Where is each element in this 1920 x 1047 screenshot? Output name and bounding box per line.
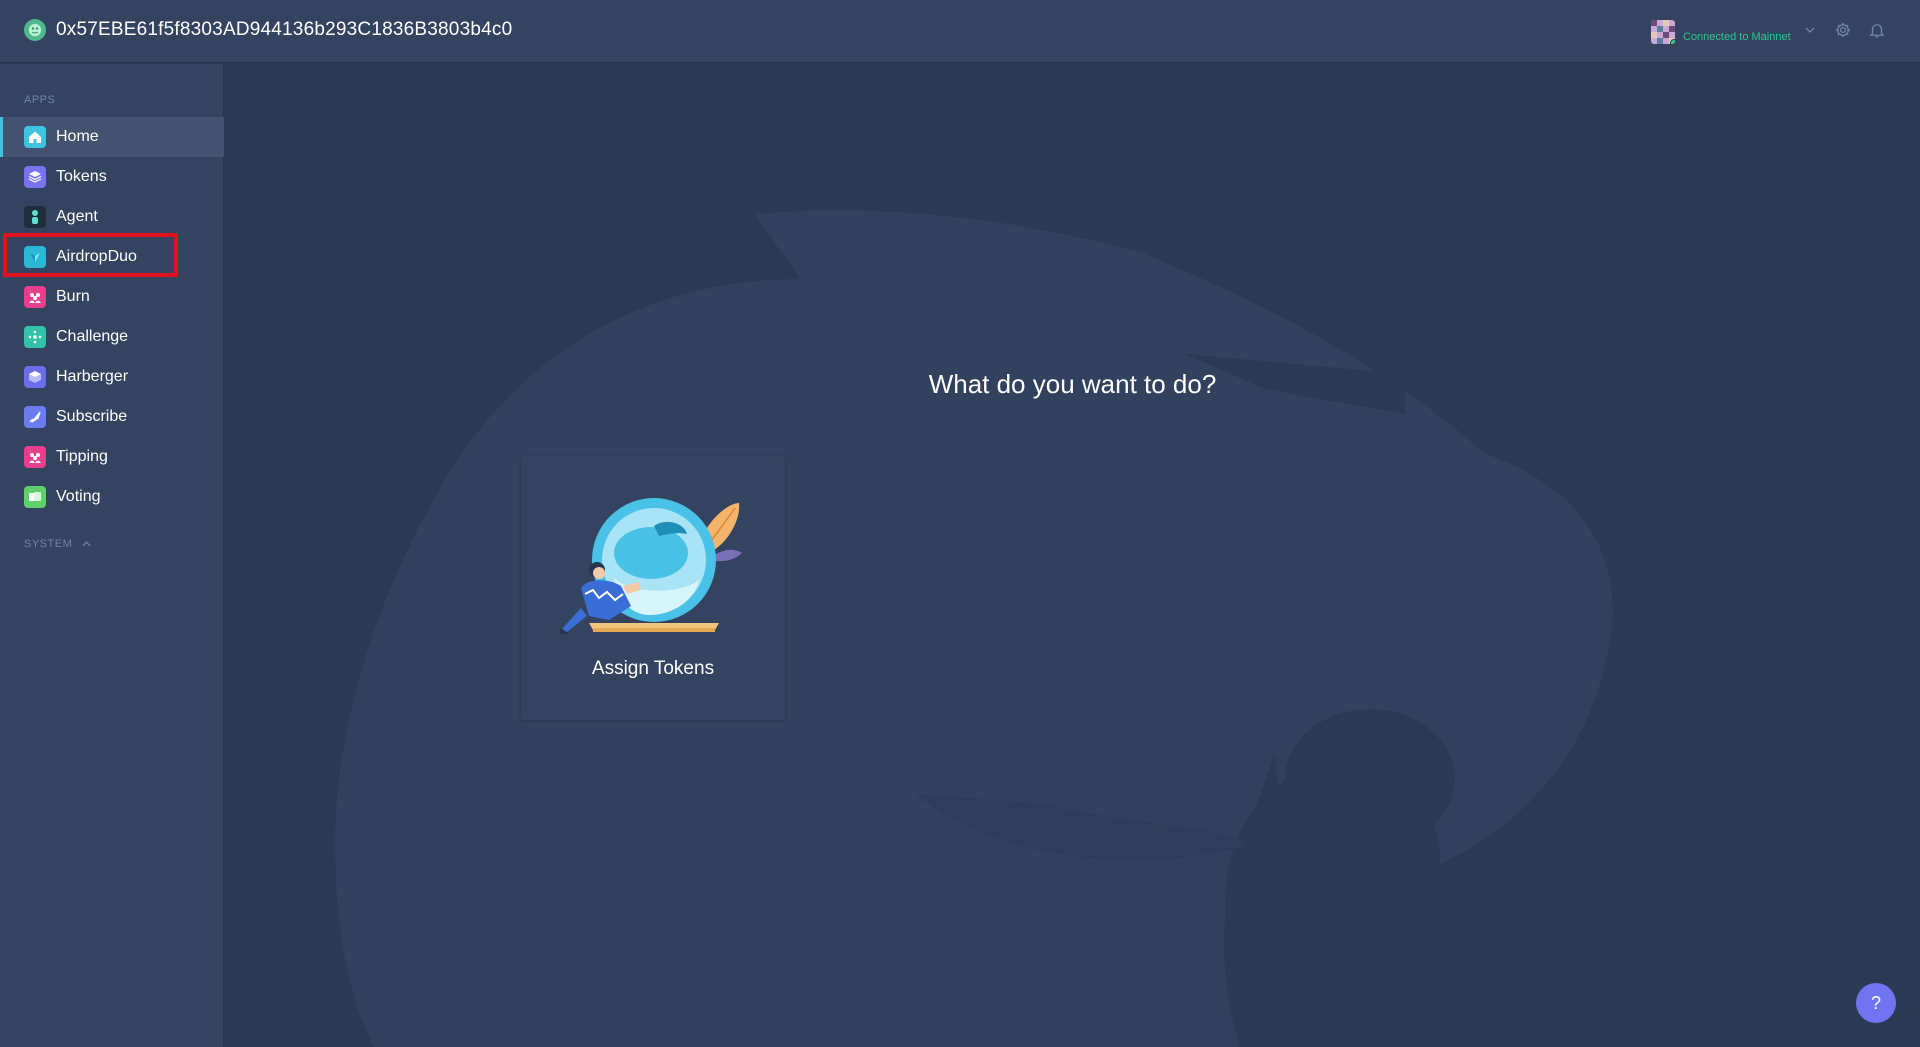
sidebar-item-challenge[interactable]: Challenge [0, 317, 224, 357]
connection-status-dot [1670, 39, 1675, 44]
page-title: What do you want to do? [928, 369, 1217, 399]
apps-section-label: APPS [24, 94, 56, 106]
sidebar: APPS Home Tokens Agent AirdropDuo Burn C… [0, 64, 224, 1047]
assign-tokens-label: Assign Tokens [591, 658, 715, 679]
harberger-icon [24, 366, 46, 388]
sidebar-item-label: Burn [56, 288, 90, 305]
bell-icon[interactable] [1868, 21, 1888, 41]
account-selector[interactable]: Connected to Mainnet [1651, 18, 1815, 46]
sidebar-item-tokens[interactable]: Tokens [0, 157, 224, 197]
sidebar-item-label: Subscribe [56, 408, 128, 425]
sidebar-item-voting[interactable]: Voting [0, 477, 224, 517]
help-label: ? [1870, 992, 1881, 1013]
sidebar-item-burn[interactable]: Burn [0, 277, 224, 317]
organization-icon[interactable] [24, 19, 46, 41]
background-logo [335, 210, 1613, 1047]
assign-tokens-illustration [559, 498, 742, 634]
system-section-toggle[interactable]: SYSTEM [24, 538, 91, 550]
help-button[interactable]: ? [1856, 983, 1896, 1023]
burn-icon [24, 286, 46, 308]
top-bar: 0x57EBE61f5f8303AD944136b293C1836B3803b4… [0, 0, 1920, 63]
sidebar-item-label: Challenge [56, 328, 129, 345]
sidebar-item-agent[interactable]: Agent [0, 197, 224, 237]
assign-tokens-card[interactable]: Assign Tokens [521, 456, 785, 720]
gear-icon[interactable] [1834, 21, 1854, 41]
sidebar-item-label: Home [56, 128, 99, 145]
system-section-label: SYSTEM [24, 538, 73, 550]
account-identicon [1651, 20, 1675, 44]
sidebar-item-airdropduo[interactable]: AirdropDuo [0, 237, 224, 277]
tipping-icon [24, 446, 46, 468]
agent-icon [24, 206, 46, 228]
home-icon [24, 126, 46, 148]
chevron-up-icon [82, 538, 91, 550]
sidebar-item-tipping[interactable]: Tipping [0, 437, 224, 477]
connection-status: Connected to Mainnet [1683, 31, 1791, 43]
organization-address[interactable]: 0x57EBE61f5f8303AD944136b293C1836B3803b4… [56, 19, 512, 41]
subscribe-icon [24, 406, 46, 428]
airdrop-icon [24, 246, 46, 268]
sidebar-item-label: Harberger [56, 368, 129, 385]
sidebar-item-label: AirdropDuo [56, 248, 137, 265]
challenge-icon [24, 326, 46, 348]
voting-icon [24, 486, 46, 508]
main-content: What do you want to do? Assign Tokens [225, 64, 1920, 1047]
sidebar-item-home[interactable]: Home [0, 117, 224, 157]
sidebar-item-label: Tipping [56, 448, 108, 465]
sidebar-item-harberger[interactable]: Harberger [0, 357, 224, 397]
sidebar-item-label: Voting [56, 488, 101, 505]
chevron-down-icon [1805, 25, 1815, 36]
tokens-icon [24, 166, 46, 188]
sidebar-item-label: Tokens [56, 168, 107, 185]
sidebar-item-subscribe[interactable]: Subscribe [0, 397, 224, 437]
sidebar-item-label: Agent [56, 208, 98, 225]
